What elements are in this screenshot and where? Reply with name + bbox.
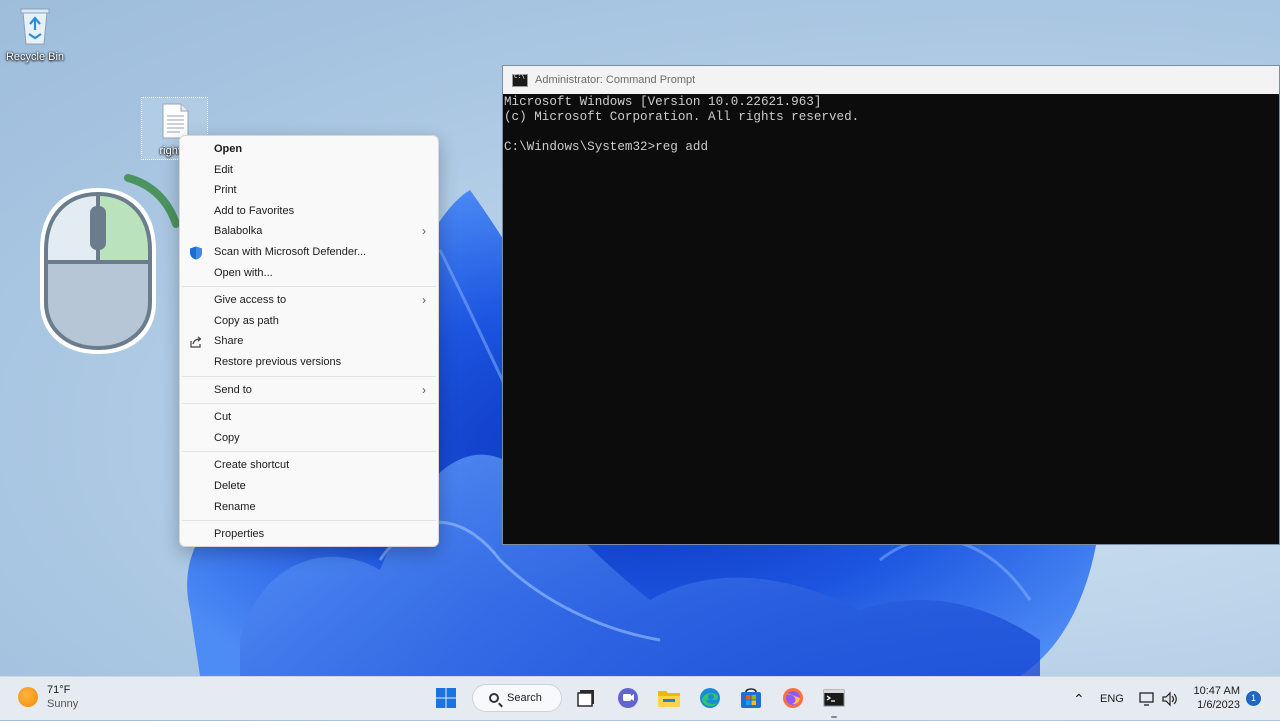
console-output[interactable]: Microsoft Windows [Version 10.0.22621.96… (503, 94, 1279, 155)
file-explorer-icon[interactable] (655, 684, 683, 712)
menu-item-print[interactable]: Print (180, 180, 438, 201)
menu-item-delete[interactable]: Delete (180, 476, 438, 497)
start-windows-icon[interactable] (432, 684, 460, 712)
defender-shield-icon (190, 246, 202, 260)
window-title: Administrator: Command Prompt (535, 74, 696, 86)
menu-separator (182, 403, 436, 405)
context-menu: Open Edit Print Add to Favorites Balabol… (179, 135, 439, 547)
search-icon (489, 693, 499, 703)
chevron-right-icon: › (422, 293, 426, 308)
network-icon[interactable] (1138, 690, 1156, 708)
menu-item-scan-with-defender[interactable]: Scan with Microsoft Defender... (180, 242, 438, 263)
menu-item-copy[interactable]: Copy (180, 428, 438, 449)
command-prompt-taskbar-icon[interactable] (820, 684, 848, 712)
share-icon (190, 336, 202, 348)
cmd-app-icon (512, 73, 528, 87)
menu-item-label: Add to Favorites (214, 204, 295, 217)
menu-item-label: Cut (214, 411, 232, 424)
command-prompt-window[interactable]: Administrator: Command Prompt Microsoft … (502, 65, 1280, 545)
search-label: Search (507, 692, 542, 704)
chevron-right-icon: › (422, 382, 426, 397)
teams-chat-icon[interactable] (614, 684, 642, 712)
menu-item-add-to-favorites[interactable]: Add to Favorites (180, 201, 438, 222)
menu-item-label: Copy as path (214, 314, 279, 327)
taskbar-search-button[interactable]: Search (472, 684, 562, 712)
notification-badge[interactable]: 1 (1246, 691, 1261, 706)
menu-item-cut[interactable]: Cut (180, 407, 438, 428)
clock[interactable]: 10:47 AM 1/6/2023 (1188, 684, 1240, 712)
console-input-line[interactable]: C:\Windows\System32>reg add (504, 140, 1279, 155)
language-indicator[interactable]: ENG (1100, 677, 1124, 721)
menu-item-label: Create shortcut (214, 459, 290, 472)
menu-separator (182, 520, 436, 522)
menu-item-edit[interactable]: Edit (180, 160, 438, 181)
menu-separator (182, 375, 436, 377)
edge-browser-icon[interactable] (696, 684, 724, 712)
console-line: ​ (504, 125, 1279, 140)
console-line: (c) Microsoft Corporation. All rights re… (504, 110, 860, 124)
recycle-bin-icon (20, 8, 50, 45)
weather-desc: Sunny (47, 698, 79, 710)
task-view-icon[interactable] (573, 684, 601, 712)
weather-widget[interactable]: 71°F Sunny (18, 683, 78, 711)
menu-item-label: Print (214, 184, 237, 197)
menu-item-give-access-to[interactable]: Give access to › (180, 290, 438, 311)
microsoft-store-icon[interactable] (737, 684, 765, 712)
window-titlebar[interactable]: Administrator: Command Prompt (503, 66, 1279, 94)
menu-item-label: Scan with Microsoft Defender... (214, 245, 367, 258)
menu-item-label: Open with... (214, 266, 273, 279)
chevron-right-icon: › (422, 224, 426, 239)
menu-item-label: Rename (214, 500, 256, 513)
running-indicator (831, 716, 837, 718)
right-click-mouse-icon (40, 174, 180, 355)
chevron-up-icon[interactable]: ⌃ (1073, 677, 1085, 721)
clock-date: 1/6/2023 (1197, 699, 1240, 711)
menu-item-label: Share (214, 335, 244, 348)
menu-item-label: Send to (214, 383, 252, 396)
menu-item-label: Give access to (214, 294, 287, 307)
menu-item-send-to[interactable]: Send to › (180, 380, 438, 401)
menu-item-label: Delete (214, 479, 246, 492)
menu-separator (182, 286, 436, 288)
menu-item-label: Restore previous versions (214, 355, 342, 368)
menu-item-label: Edit (214, 163, 233, 176)
menu-item-open[interactable]: Open (180, 139, 438, 160)
menu-item-share[interactable]: Share (180, 331, 438, 352)
menu-item-rename[interactable]: Rename (180, 497, 438, 518)
firefox-browser-icon[interactable] (779, 684, 807, 712)
weather-temp: 71°F (47, 684, 71, 696)
volume-icon[interactable] (1161, 690, 1179, 708)
menu-item-balabolka[interactable]: Balabolka › (180, 221, 438, 242)
taskbar: 71°F Sunny Search ⌃ ENG 10:47 AM 1/6/202… (0, 676, 1280, 720)
menu-item-label: Open (214, 143, 243, 155)
menu-item-label: Copy (214, 431, 240, 444)
menu-item-label: Balabolka (214, 225, 263, 238)
menu-item-restore-previous-versions[interactable]: Restore previous versions (180, 352, 438, 373)
recycle-bin-label: Recycle Bin (5, 51, 65, 63)
menu-item-open-with[interactable]: Open with... (180, 263, 438, 284)
sun-icon (18, 687, 38, 707)
clock-time: 10:47 AM (1193, 685, 1240, 697)
menu-item-copy-as-path[interactable]: Copy as path (180, 311, 438, 332)
menu-item-properties[interactable]: Properties (180, 524, 438, 545)
menu-item-label: Properties (214, 528, 265, 541)
recycle-bin-shortcut[interactable]: Recycle Bin (4, 6, 66, 63)
menu-item-create-shortcut[interactable]: Create shortcut (180, 455, 438, 476)
console-line: Microsoft Windows [Version 10.0.22621.96… (504, 95, 822, 109)
menu-separator (182, 451, 436, 453)
